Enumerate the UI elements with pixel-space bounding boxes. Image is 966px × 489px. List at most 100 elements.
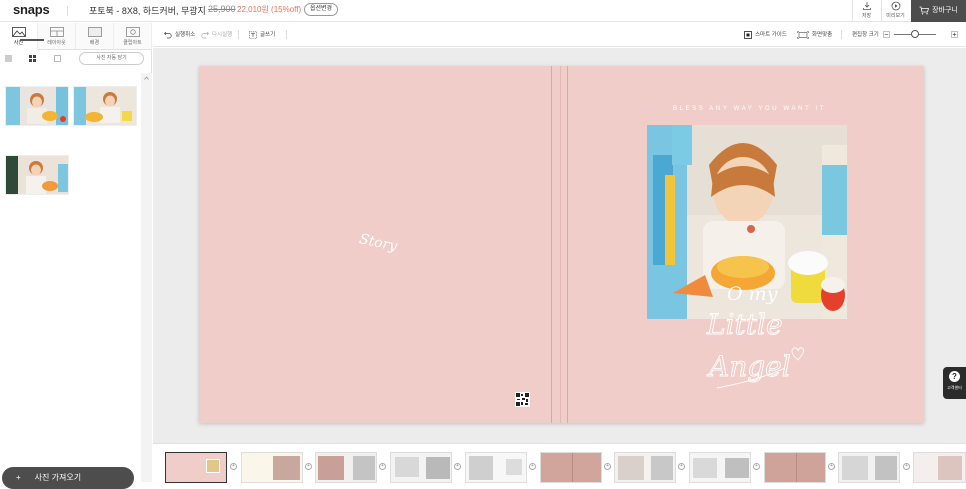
clipart-icon (125, 27, 140, 37)
cart-label: 장바구니 (932, 7, 958, 14)
smart-guide-button[interactable]: 스마트 가이드 (744, 30, 787, 39)
tab-clipart[interactable]: 클립아트 (114, 23, 152, 50)
import-photos-label: 사진 가져오기 (34, 473, 82, 482)
left-panel: 사진 레이아웃 배경 클립아트 사진 자동 담기 + 사진 가져오기 (0, 23, 152, 489)
top-header: snaps 포토북 - 8X8, 하드커버, 무광지 25,900 22,010… (0, 0, 966, 22)
import-photos-button[interactable]: + 사진 가져오기 (2, 467, 134, 489)
photo-thumbnail-image (74, 87, 136, 125)
script-line-3: Angel (706, 350, 791, 383)
header-divider (67, 6, 68, 16)
list-view-icon[interactable] (5, 55, 12, 62)
undo-button[interactable]: 실행취소 (164, 30, 195, 39)
qr-code (515, 392, 530, 407)
photo-thumbnail-image (6, 156, 68, 194)
page-thumbnail-photo (842, 456, 868, 480)
page-thumbnail-photo (206, 459, 220, 473)
zoom-out-icon[interactable] (883, 31, 890, 38)
large-view-icon[interactable] (54, 55, 61, 62)
add-page-button[interactable]: + (529, 463, 536, 470)
photo-thumbnail[interactable] (5, 86, 69, 126)
editor-toolbar: 실행취소 다시실행 글쓰기 스마트 가이드 화면맞춤 편집창 크기 (153, 23, 966, 47)
add-page-button[interactable]: + (678, 463, 685, 470)
play-circle-icon (891, 1, 900, 11)
add-page-button[interactable]: + (753, 463, 760, 470)
page-thumbnail-photo (725, 458, 749, 478)
customer-center-button[interactable]: ? 고객센터 (943, 367, 966, 399)
page-thumbnail-photo (938, 456, 962, 480)
page-thumbnail[interactable] (913, 452, 966, 483)
grid-view-icon[interactable] (29, 55, 36, 62)
page-thumbnail[interactable] (838, 452, 900, 483)
change-option-button[interactable]: 옵션변경 (304, 3, 339, 16)
page-thumbnail[interactable] (540, 452, 602, 483)
tab-layout[interactable]: 레이아웃 (38, 23, 76, 50)
original-price: 25,900 (208, 4, 236, 14)
redo-label: 다시실행 (212, 32, 233, 38)
toolbar-divider (238, 30, 239, 39)
page-thumbnail[interactable] (764, 452, 826, 483)
tab-photo[interactable]: 사진 (0, 23, 38, 50)
add-page-button[interactable]: + (903, 463, 910, 470)
product-title: 포토북 - 8X8, 하드커버, 무광지 (89, 6, 206, 16)
page-thumbnail-photo (693, 458, 717, 478)
redo-button[interactable]: 다시실행 (201, 30, 232, 39)
page-thumbnail-photo (395, 457, 419, 477)
page-thumbnail-photo (651, 456, 673, 480)
page-thumbnail[interactable] (689, 452, 751, 483)
chevron-up-icon[interactable] (144, 76, 149, 80)
page-filmstrip: + + + + + + + + + + (153, 443, 966, 483)
undo-icon (164, 31, 172, 38)
page-thumbnail-photo (426, 457, 450, 479)
toolbar-divider (841, 30, 842, 39)
add-page-button[interactable]: + (305, 463, 312, 470)
page-thumbnail[interactable] (465, 452, 527, 483)
spine-center-line (560, 66, 561, 423)
page-thumbnail-photo (618, 456, 644, 480)
add-text-button[interactable]: 글쓰기 (249, 30, 275, 39)
photo-view-bar: 사진 자동 담기 (0, 51, 152, 67)
save-button[interactable]: 저장 (852, 0, 880, 22)
background-icon (87, 27, 102, 37)
customer-center-label: 고객센터 (947, 385, 962, 390)
edit-size-label: 편집창 크기 (852, 32, 879, 38)
page-thumbnail[interactable] (390, 452, 452, 483)
add-page-button[interactable]: + (604, 463, 611, 470)
page-thumbnail[interactable] (165, 452, 227, 483)
add-page-button[interactable]: + (230, 463, 237, 470)
plus-icon: + (16, 473, 21, 482)
preview-button[interactable]: 미리보기 (881, 0, 909, 22)
auto-fill-photos-button[interactable]: 사진 자동 담기 (79, 52, 144, 65)
page-thumbnail-photo (273, 456, 300, 480)
story-text[interactable]: Story (358, 231, 399, 255)
question-icon: ? (949, 371, 960, 382)
book-spine (551, 66, 568, 423)
page-thumbnail-photo (875, 456, 897, 480)
photo-thumbnail[interactable] (73, 86, 137, 126)
editor-canvas: Story BLESS ANY WAY YOU WANT IT O my Lit… (153, 48, 966, 443)
cart-button[interactable]: 장바구니 (911, 0, 966, 22)
tab-clipart-label: 클립아트 (123, 40, 142, 46)
page-thumbnail[interactable] (241, 452, 303, 483)
fit-screen-button[interactable]: 화면맞춤 (797, 30, 832, 39)
zoom-slider-handle[interactable] (911, 30, 919, 38)
photo-thumbnail[interactable] (5, 155, 69, 195)
little-angel-script-art: O my Little Angel (706, 283, 805, 389)
add-page-button[interactable]: + (379, 463, 386, 470)
tab-background[interactable]: 배경 (76, 23, 114, 50)
active-view-indicator (20, 39, 44, 41)
redo-icon (201, 31, 209, 38)
caption-text[interactable]: BLESS ANY WAY YOU WANT IT (673, 106, 826, 112)
page-thumbnail[interactable] (614, 452, 676, 483)
page-thumbnail-divider (796, 453, 797, 482)
add-page-button[interactable]: + (828, 463, 835, 470)
book-spread[interactable]: Story BLESS ANY WAY YOU WANT IT O my Lit… (199, 66, 924, 423)
page-thumbnail[interactable] (315, 452, 377, 483)
add-page-button[interactable]: + (454, 463, 461, 470)
photo-list-scrollbar[interactable] (141, 73, 152, 482)
zoom-in-icon[interactable] (951, 31, 958, 38)
script-line-1: O my (727, 283, 778, 305)
page-thumbnail-photo (318, 456, 344, 480)
add-text-label: 글쓰기 (260, 32, 276, 38)
snaps-logo[interactable]: snaps (13, 2, 50, 17)
script-line-2: Little (706, 308, 783, 341)
